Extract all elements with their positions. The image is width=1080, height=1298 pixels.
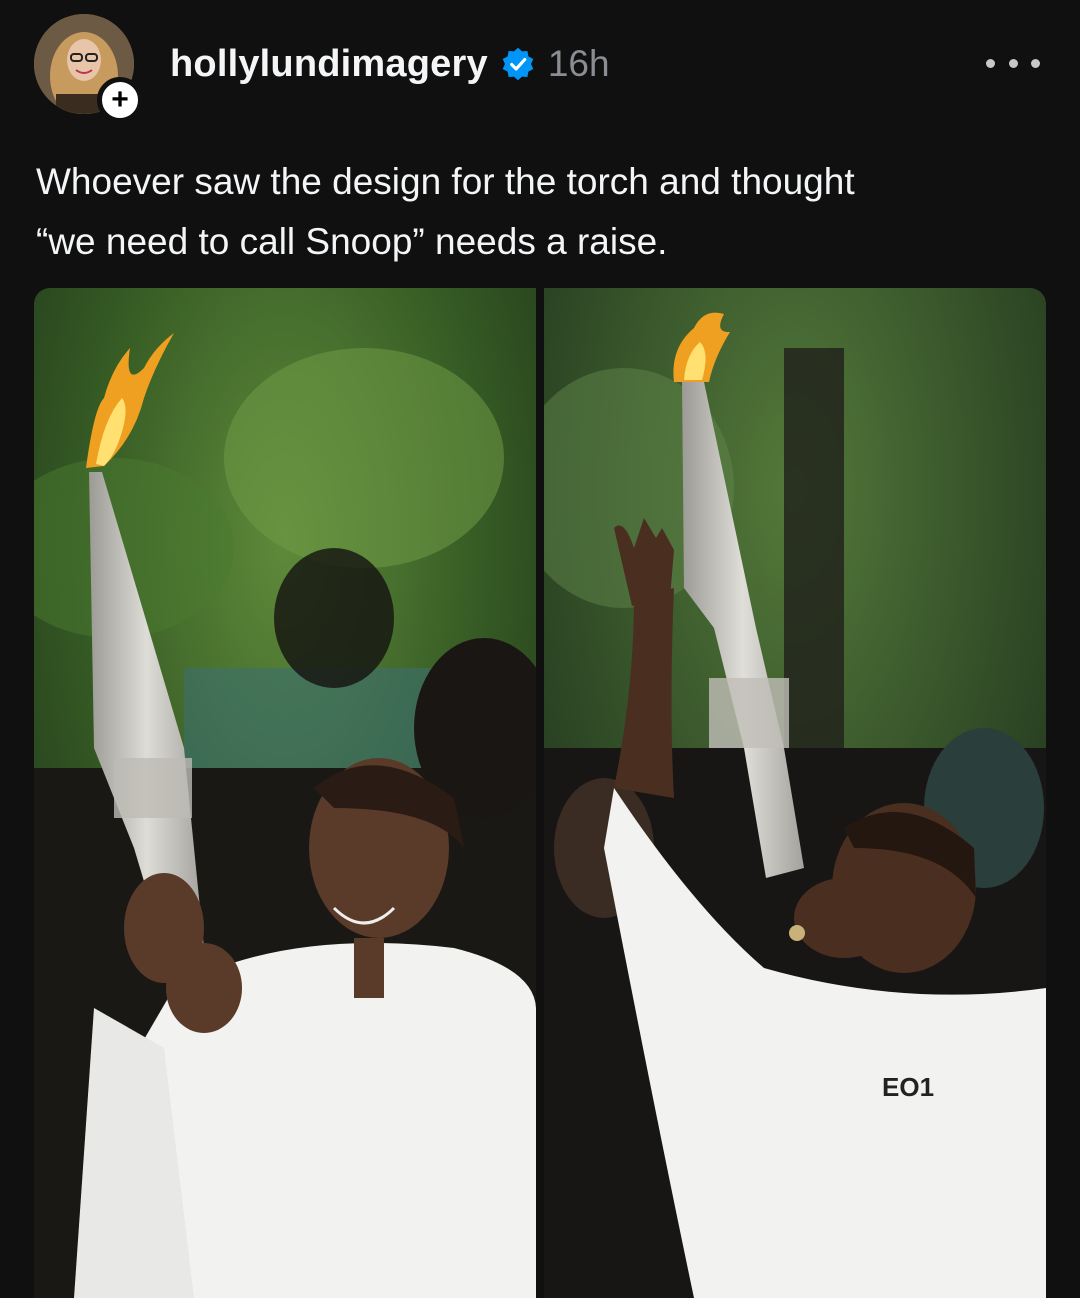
verified-badge-icon <box>502 47 534 81</box>
post-header: hollylundimagery 16h <box>170 38 610 90</box>
post-media[interactable]: EO1 <box>34 288 1046 1298</box>
post-caption: Whoever saw the design for the torch and… <box>36 152 1036 272</box>
more-options-icon[interactable] <box>986 46 1040 80</box>
follow-button[interactable]: + <box>97 77 143 123</box>
plus-icon: + <box>111 83 129 116</box>
shirt-text: EO1 <box>882 1072 934 1102</box>
photo-right[interactable]: EO1 <box>544 288 1046 1298</box>
photo-left[interactable] <box>34 288 536 1298</box>
username[interactable]: hollylundimagery <box>170 43 488 86</box>
avatar-container[interactable]: + <box>34 14 143 123</box>
post-timestamp: 16h <box>547 43 610 84</box>
caption-line: Whoever saw the design for the torch and… <box>36 161 855 202</box>
caption-line: “we need to call Snoop” needs a raise. <box>36 221 668 262</box>
